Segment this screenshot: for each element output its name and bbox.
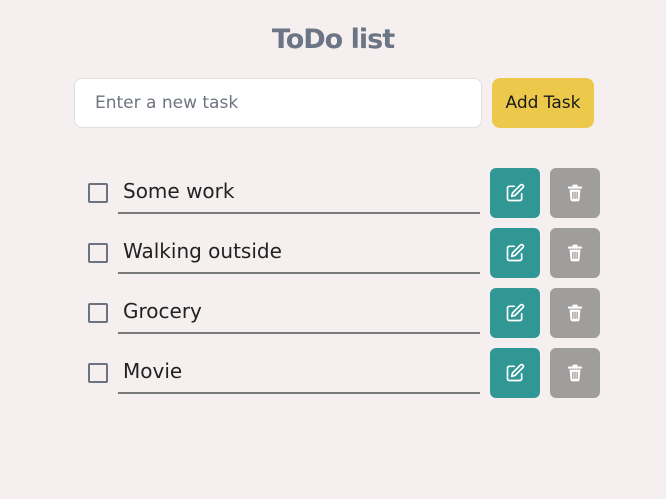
task-text[interactable]: Grocery (118, 288, 480, 334)
task-text[interactable]: Walking outside (118, 228, 480, 274)
delete-task-button[interactable] (550, 228, 600, 278)
delete-task-button[interactable] (550, 348, 600, 398)
task-item: Movie (0, 348, 666, 398)
edit-task-button[interactable] (490, 168, 540, 218)
task-text[interactable]: Movie (118, 348, 480, 394)
task-checkbox[interactable] (88, 363, 108, 383)
delete-task-button[interactable] (550, 168, 600, 218)
trash-icon (565, 363, 585, 383)
task-item: Grocery (0, 288, 666, 338)
task-checkbox[interactable] (88, 243, 108, 263)
edit-task-button[interactable] (490, 228, 540, 278)
new-task-input[interactable] (74, 78, 482, 128)
trash-icon (565, 243, 585, 263)
edit-icon (505, 363, 525, 383)
edit-task-button[interactable] (490, 348, 540, 398)
trash-icon (565, 303, 585, 323)
edit-icon (505, 183, 525, 203)
edit-icon (505, 303, 525, 323)
delete-task-button[interactable] (550, 288, 600, 338)
edit-icon (505, 243, 525, 263)
task-checkbox[interactable] (88, 183, 108, 203)
add-task-button[interactable]: Add Task (492, 78, 594, 128)
task-item: Some work (0, 168, 666, 218)
edit-task-button[interactable] (490, 288, 540, 338)
task-item: Walking outside (0, 228, 666, 278)
trash-icon (565, 183, 585, 203)
task-checkbox[interactable] (88, 303, 108, 323)
task-text[interactable]: Some work (118, 168, 480, 214)
page-title: ToDo list (271, 24, 395, 55)
